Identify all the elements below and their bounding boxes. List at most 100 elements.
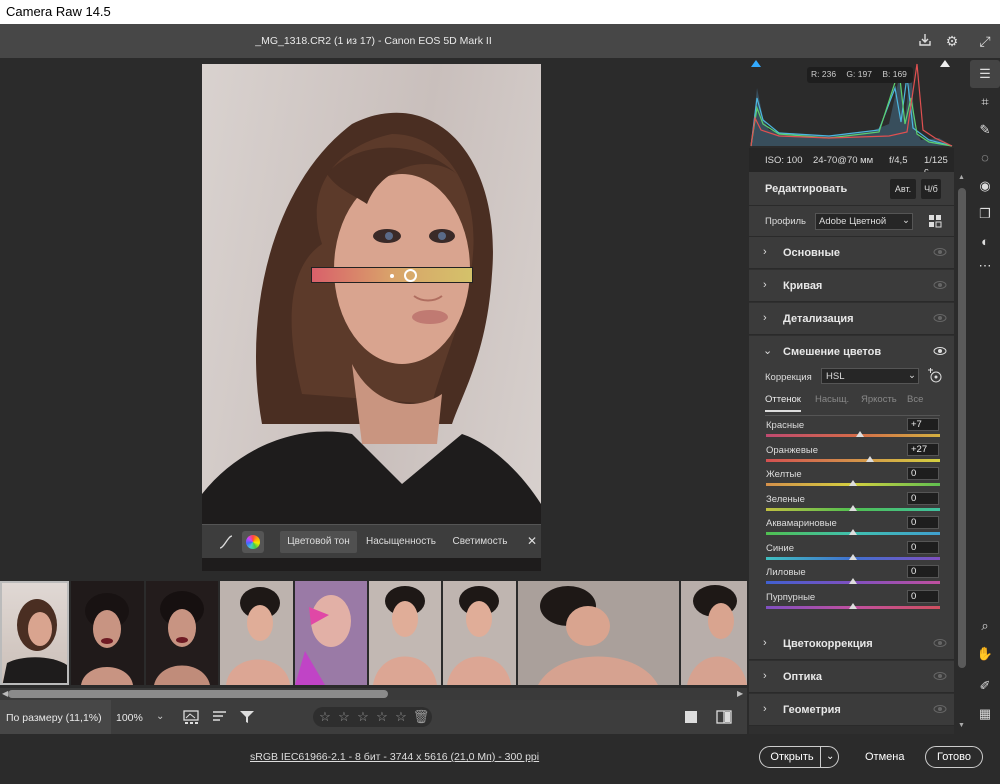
slider-track[interactable] bbox=[766, 434, 940, 437]
healing-icon[interactable]: ✎ bbox=[970, 116, 1000, 144]
hue-target-handle[interactable] bbox=[404, 269, 417, 282]
filmstrip-thumb[interactable] bbox=[220, 581, 293, 685]
crop-icon[interactable]: ⌗ bbox=[970, 88, 1000, 116]
filmstrip-thumb[interactable] bbox=[369, 581, 441, 685]
grid-icon[interactable]: ▦ bbox=[970, 700, 1000, 728]
bw-button[interactable]: Ч/б bbox=[921, 179, 941, 199]
slider-handle[interactable] bbox=[849, 504, 857, 511]
trash-icon[interactable]: 🗑 bbox=[412, 708, 430, 726]
profile-dropdown[interactable]: Adobe Цветной ⌄ bbox=[815, 213, 913, 230]
correction-dropdown[interactable]: HSL ⌄ bbox=[821, 368, 919, 384]
color-sampler-icon[interactable]: ✐ bbox=[970, 672, 1000, 700]
slider-track[interactable] bbox=[766, 458, 940, 462]
zoom-icon[interactable]: ⌕ bbox=[970, 612, 1000, 640]
slider-handle[interactable] bbox=[849, 602, 857, 609]
scroll-right-icon[interactable]: ▶ bbox=[737, 689, 743, 698]
filmstrip-scrollbar[interactable]: ◀ ▶ bbox=[0, 688, 747, 700]
slider-value-input[interactable]: 0 bbox=[907, 516, 939, 529]
masking-icon[interactable]: ◌ bbox=[970, 144, 1000, 172]
slider-handle[interactable] bbox=[849, 553, 857, 560]
section-optics[interactable]: › Оптика bbox=[749, 661, 954, 693]
chevron-down-icon[interactable]: ⌄ bbox=[156, 711, 164, 722]
eye-icon[interactable] bbox=[933, 278, 947, 292]
photo-preview[interactable] bbox=[202, 64, 541, 571]
zoom-fit-button[interactable]: По размеру (11,1%) bbox=[0, 700, 111, 734]
star-icon[interactable]: ☆ bbox=[316, 708, 334, 726]
slider-handle[interactable] bbox=[849, 578, 857, 584]
open-button[interactable]: Открыть ⌄ bbox=[759, 746, 839, 768]
profile-browser-icon[interactable] bbox=[928, 214, 942, 228]
slider-handle[interactable] bbox=[849, 529, 857, 535]
chevron-down-icon[interactable]: ⌄ bbox=[763, 344, 772, 357]
filmstrip-thumb[interactable] bbox=[71, 581, 144, 685]
slider-handle[interactable] bbox=[866, 455, 875, 462]
sort-icon[interactable] bbox=[212, 710, 228, 724]
tab-luminance[interactable]: Светимость bbox=[447, 531, 513, 553]
scroll-up-icon[interactable]: ▲ bbox=[958, 174, 965, 181]
chevron-down-icon[interactable]: ⌄ bbox=[826, 747, 834, 767]
section-geometry[interactable]: › Геометрия bbox=[749, 694, 954, 726]
auto-button[interactable]: Авт. bbox=[890, 179, 916, 199]
section-curve[interactable]: › Кривая bbox=[749, 270, 954, 302]
filmstrip-thumb[interactable] bbox=[518, 581, 679, 685]
edit-sliders-icon[interactable]: ☰ bbox=[970, 60, 1000, 88]
panel-scrollbar[interactable]: ▲ ▼ bbox=[956, 58, 968, 734]
scroll-down-icon[interactable]: ▼ bbox=[958, 722, 965, 729]
filter-icon[interactable] bbox=[239, 710, 255, 724]
filmstrip-thumb[interactable] bbox=[146, 581, 218, 685]
star-icon[interactable]: ☆ bbox=[373, 708, 391, 726]
zoom-percent[interactable]: 100% bbox=[116, 712, 143, 724]
tab-hue[interactable]: Цветовой тон bbox=[280, 531, 357, 553]
eye-icon[interactable] bbox=[933, 636, 947, 650]
section-basic[interactable]: › Основные bbox=[749, 237, 954, 269]
tab-hue[interactable]: Оттенок bbox=[765, 394, 801, 412]
eye-icon[interactable] bbox=[933, 702, 947, 716]
hand-icon[interactable]: ✋ bbox=[970, 640, 1000, 668]
red-eye-icon[interactable]: ◉ bbox=[970, 172, 1000, 200]
slider-handle[interactable] bbox=[855, 431, 864, 437]
save-icon[interactable] bbox=[917, 33, 933, 49]
filmstrip-thumb[interactable] bbox=[443, 581, 516, 685]
filmstrip-thumb[interactable] bbox=[295, 581, 367, 685]
filmstrip-thumb[interactable] bbox=[0, 581, 69, 685]
gear-icon[interactable]: ⚙ bbox=[944, 33, 960, 49]
tab-all[interactable]: Все bbox=[907, 394, 923, 405]
eye-icon[interactable] bbox=[933, 344, 947, 358]
tab-saturation[interactable]: Насыщ. bbox=[815, 394, 849, 405]
slider-value-input[interactable]: 0 bbox=[907, 491, 939, 505]
star-icon[interactable]: ☆ bbox=[392, 708, 410, 726]
done-button[interactable]: Готово bbox=[925, 746, 983, 768]
expand-icon[interactable]: ⤢ bbox=[977, 33, 993, 49]
tab-luminance[interactable]: Яркость bbox=[861, 394, 897, 405]
scrollbar-thumb[interactable] bbox=[8, 690, 388, 698]
eye-icon[interactable] bbox=[933, 311, 947, 325]
hue-target-slider[interactable] bbox=[311, 267, 473, 283]
filmstrip-view-icon[interactable] bbox=[183, 710, 199, 724]
target-adjust-icon[interactable] bbox=[927, 368, 943, 384]
curve-tool-icon[interactable] bbox=[218, 534, 234, 550]
section-color-grading[interactable]: › Цветокоррекция bbox=[749, 628, 954, 660]
single-view-icon[interactable] bbox=[685, 711, 697, 723]
snapshots-icon[interactable]: ❐ bbox=[970, 200, 1000, 228]
filmstrip-thumb[interactable] bbox=[681, 581, 747, 685]
before-after-icon[interactable] bbox=[716, 710, 732, 724]
slider-handle[interactable] bbox=[849, 480, 857, 486]
color-wheel-icon[interactable] bbox=[242, 531, 264, 553]
more-icon[interactable]: ⋯ bbox=[970, 252, 1000, 280]
slider-value-input[interactable]: 0 bbox=[907, 467, 939, 480]
eye-icon[interactable] bbox=[933, 669, 947, 683]
slider-value-input[interactable]: +7 bbox=[907, 418, 939, 431]
star-icon[interactable]: ☆ bbox=[354, 708, 372, 726]
file-info-link[interactable]: sRGB IEC61966-2.1 - 8 бит - 3744 x 5616 … bbox=[250, 751, 539, 763]
slider-value-input[interactable]: 0 bbox=[907, 540, 939, 554]
cancel-button[interactable]: Отмена bbox=[865, 751, 904, 763]
section-detail[interactable]: › Детализация bbox=[749, 303, 954, 335]
slider-value-input[interactable]: 0 bbox=[907, 565, 939, 578]
slider-value-input[interactable]: 0 bbox=[907, 589, 939, 603]
tab-saturation[interactable]: Насыщенность bbox=[362, 531, 440, 553]
slider-value-input[interactable]: +27 bbox=[907, 442, 939, 456]
eye-icon[interactable] bbox=[933, 245, 947, 259]
star-icon[interactable]: ☆ bbox=[335, 708, 353, 726]
close-icon[interactable]: ✕ bbox=[527, 534, 537, 548]
scrollbar-thumb[interactable] bbox=[958, 188, 966, 668]
